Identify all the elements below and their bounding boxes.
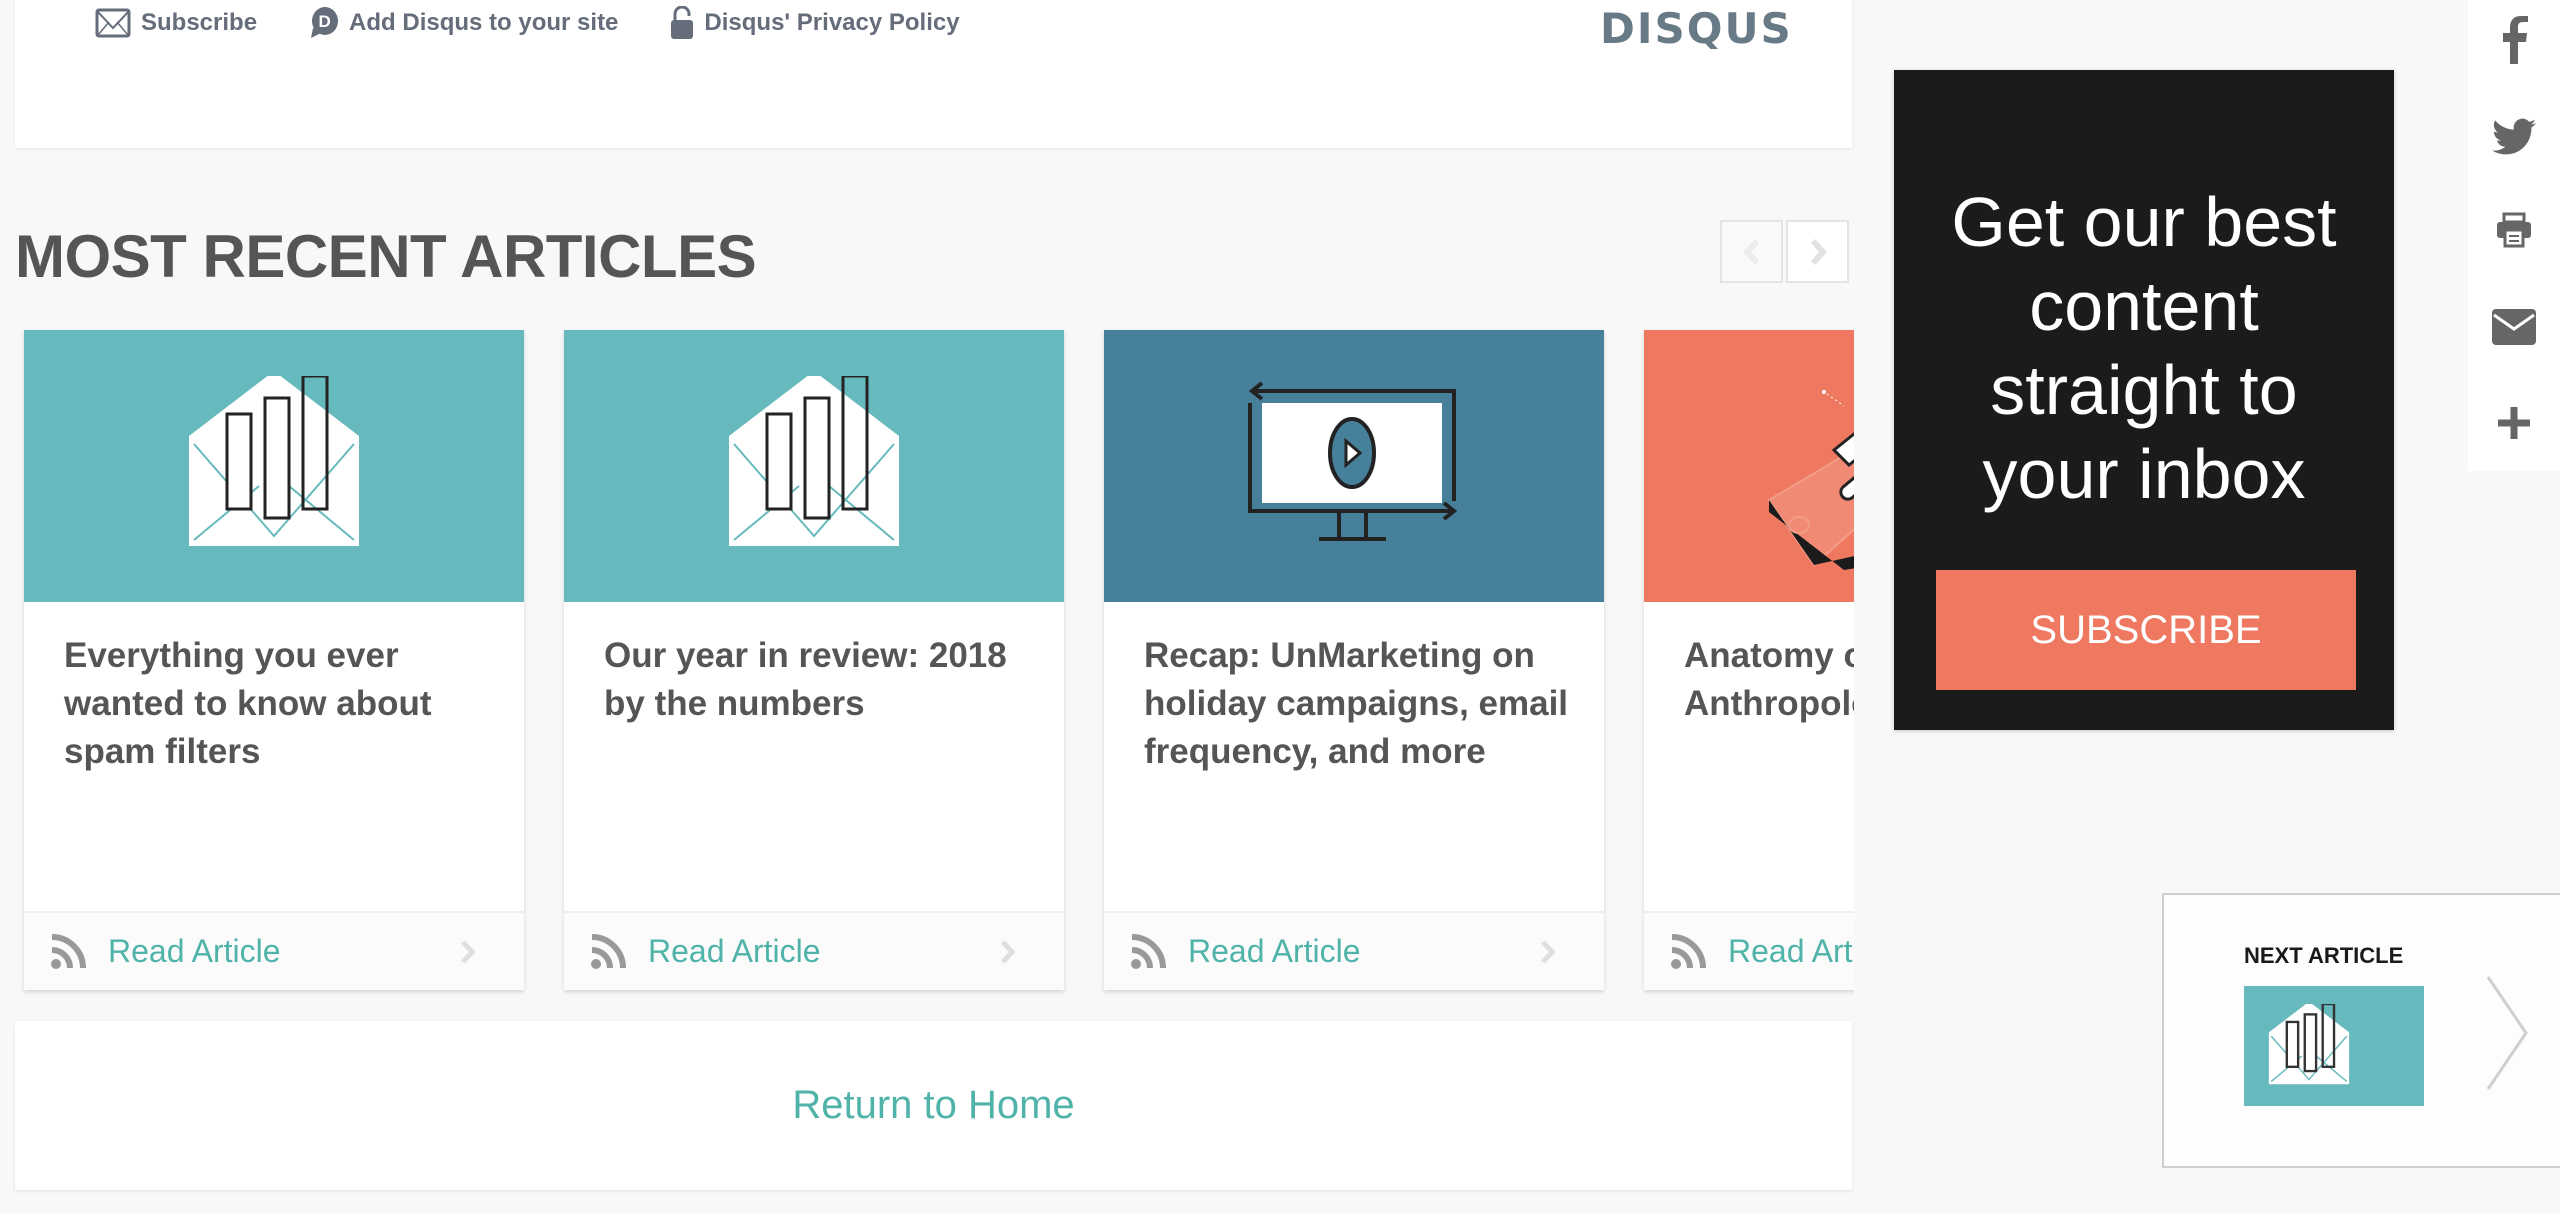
envelope-chart-illustration bbox=[189, 376, 359, 546]
monitor-video-illustration bbox=[1248, 381, 1458, 541]
article-thumbnail bbox=[1104, 330, 1604, 602]
article-thumbnail bbox=[564, 330, 1064, 602]
article-card[interactable]: Everything you ever wanted to know about… bbox=[24, 330, 524, 990]
disqus-footer-panel: Subscribe D Add Disqus to your site Disq… bbox=[15, 0, 1852, 148]
facebook-icon bbox=[2503, 16, 2528, 64]
share-twitter[interactable] bbox=[2468, 107, 2560, 167]
next-article-label: NEXT ARTICLE bbox=[2244, 943, 2404, 968]
svg-text:D: D bbox=[319, 12, 331, 31]
chevron-left-icon bbox=[1742, 238, 1759, 265]
article-carousel: Everything you ever wanted to know about… bbox=[15, 320, 1854, 1000]
envelope-icon bbox=[95, 8, 131, 38]
add-disqus-label: Add Disqus to your site bbox=[349, 9, 619, 36]
carousel-prev-button[interactable] bbox=[1720, 220, 1783, 283]
share-email[interactable] bbox=[2468, 297, 2560, 357]
article-title[interactable]: Our year in review: 2018 by the numbers bbox=[604, 632, 1034, 728]
rss-icon bbox=[51, 933, 86, 969]
share-facebook[interactable] bbox=[2468, 10, 2560, 70]
article-thumbnail bbox=[1644, 330, 1854, 602]
return-home-panel: Return to Home bbox=[15, 1021, 1852, 1190]
privacy-policy-label: Disqus' Privacy Policy bbox=[704, 9, 960, 36]
disqus-subscribe-label: Subscribe bbox=[141, 9, 258, 36]
add-disqus-link[interactable]: D Add Disqus to your site bbox=[309, 6, 618, 40]
subscribe-promo: Get our best content straight to your in… bbox=[1894, 70, 2394, 730]
chevron-right-icon bbox=[461, 940, 476, 964]
subscribe-button[interactable]: SUBSCRIBE bbox=[1936, 570, 2356, 690]
chevron-right-icon bbox=[1810, 238, 1827, 265]
lock-icon bbox=[671, 6, 694, 39]
email-icon bbox=[2492, 309, 2536, 345]
next-article-thumbnail[interactable] bbox=[2244, 986, 2424, 1106]
chevron-right-icon bbox=[1541, 940, 1556, 964]
twitter-icon bbox=[2492, 118, 2536, 155]
article-thumbnail bbox=[24, 330, 524, 602]
article-title[interactable]: Anatomy of Anthropologie bbox=[1684, 632, 1854, 728]
read-article-link[interactable]: Read Article bbox=[648, 933, 821, 970]
share-print[interactable] bbox=[2468, 200, 2560, 260]
read-article-link[interactable]: Read Article bbox=[1188, 933, 1361, 970]
article-card[interactable]: Anatomy of Anthropologie Read Article bbox=[1644, 330, 1854, 990]
read-article-link[interactable]: Read Article bbox=[1728, 933, 1854, 970]
read-article-row[interactable]: Read Article bbox=[1644, 911, 1854, 990]
article-title[interactable]: Everything you ever wanted to know about… bbox=[64, 632, 494, 776]
plus-icon bbox=[2498, 407, 2530, 439]
article-title[interactable]: Recap: UnMarketing on holiday campaigns,… bbox=[1144, 632, 1574, 776]
print-icon bbox=[2497, 212, 2531, 248]
return-home-link[interactable]: Return to Home bbox=[792, 1083, 1074, 1128]
rss-icon bbox=[1131, 933, 1166, 969]
read-article-row[interactable]: Read Article bbox=[24, 911, 524, 990]
read-article-row[interactable]: Read Article bbox=[564, 911, 1064, 990]
envelope-chart-illustration bbox=[2268, 1003, 2350, 1084]
disqus-d-icon: D bbox=[311, 7, 339, 38]
disqus-logo[interactable]: DISQUS bbox=[1600, 4, 1793, 53]
chevron-right-icon bbox=[1001, 940, 1016, 964]
phone-illustration bbox=[1767, 390, 1854, 570]
rss-icon bbox=[1671, 933, 1706, 969]
carousel-next-button[interactable] bbox=[1786, 220, 1849, 283]
disqus-subscribe-link[interactable]: Subscribe bbox=[95, 8, 257, 38]
read-article-row[interactable]: Read Article bbox=[1104, 911, 1604, 990]
read-article-link[interactable]: Read Article bbox=[108, 933, 281, 970]
privacy-policy-link[interactable]: Disqus' Privacy Policy bbox=[670, 6, 960, 40]
share-bar bbox=[2468, 0, 2560, 471]
article-card[interactable]: Our year in review: 2018 by the numbers … bbox=[564, 330, 1064, 990]
share-more[interactable] bbox=[2468, 393, 2560, 453]
envelope-chart-illustration bbox=[729, 376, 899, 546]
section-title: MOST RECENT ARTICLES bbox=[15, 223, 757, 290]
disqus-links: Subscribe D Add Disqus to your site Disq… bbox=[95, 6, 1012, 40]
promo-headline: Get our best content straight to your in… bbox=[1951, 183, 2337, 513]
article-card[interactable]: Recap: UnMarketing on holiday campaigns,… bbox=[1104, 330, 1604, 990]
rss-icon bbox=[591, 933, 626, 969]
chevron-right-icon[interactable] bbox=[2484, 973, 2530, 1093]
next-article-widget[interactable]: NEXT ARTICLE bbox=[2162, 893, 2560, 1168]
